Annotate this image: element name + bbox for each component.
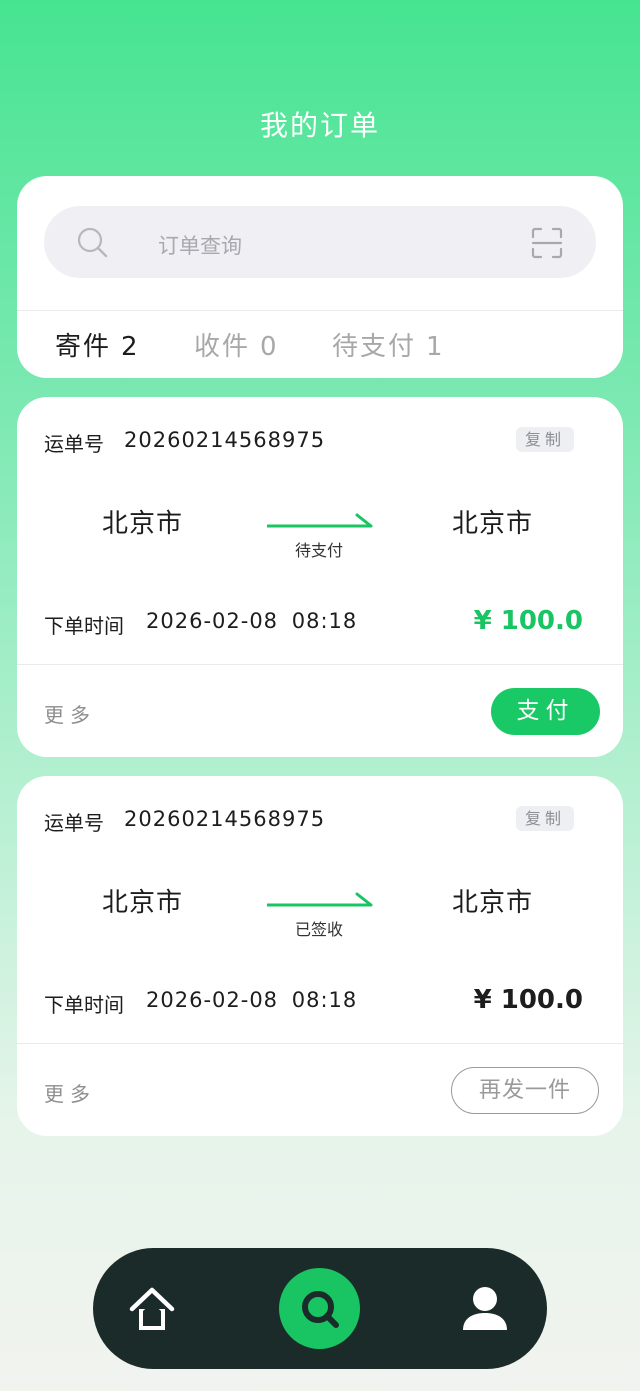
order-status: 已签收 <box>294 920 343 939</box>
order-time-value: 2026-02-08 08:18 <box>146 988 358 1012</box>
order-time-label: 下单时间 <box>44 993 124 1017</box>
tab-pending-payment-label: 待支付 <box>332 332 417 362</box>
more-link[interactable]: 更多 <box>44 699 96 728</box>
nav-search-button[interactable] <box>279 1268 360 1349</box>
tabs-divider <box>17 310 623 311</box>
order-price: ¥ 100.0 <box>473 985 583 1015</box>
copy-button[interactable]: 复制 <box>516 427 574 452</box>
tab-receive-label: 收件 <box>194 332 251 362</box>
card-divider <box>17 1043 623 1044</box>
bottom-nav <box>93 1248 547 1369</box>
route-arrow-icon <box>267 892 373 907</box>
more-link[interactable]: 更多 <box>44 1078 96 1107</box>
tab-receive-count: 0 <box>260 332 279 362</box>
tab-pending-payment-count: 1 <box>426 332 445 362</box>
order-time-value: 2026-02-08 08:18 <box>146 609 358 633</box>
card-divider <box>17 664 623 665</box>
waybill-number: 20260214568975 <box>124 428 326 452</box>
search-input[interactable]: 订单查询 <box>44 206 596 278</box>
destination-city: 北京市 <box>452 509 534 539</box>
waybill-label: 运单号 <box>44 432 104 456</box>
search-card: 订单查询 寄件 2 收件 0 待支付 1 <box>17 176 623 378</box>
order-card[interactable]: 运单号 20260214568975 复制 北京市 已签收 北京市 下单时间 2… <box>17 776 623 1136</box>
page-title: 我的订单 <box>259 109 380 142</box>
scan-icon[interactable] <box>530 226 564 260</box>
order-status: 待支付 <box>294 541 343 560</box>
tab-send-count: 2 <box>121 332 140 362</box>
tab-send[interactable]: 寄件 2 <box>55 326 140 363</box>
resend-button[interactable]: 再发一件 <box>451 1067 599 1114</box>
waybill-label: 运单号 <box>44 811 104 835</box>
route-arrow-icon <box>267 513 373 528</box>
home-icon[interactable] <box>129 1287 175 1333</box>
user-icon[interactable] <box>461 1286 509 1332</box>
tab-pending-payment[interactable]: 待支付 1 <box>332 326 445 363</box>
search-placeholder: 订单查询 <box>158 234 242 258</box>
tab-send-label: 寄件 <box>55 332 112 362</box>
order-price: ¥ 100.0 <box>473 606 583 636</box>
tab-receive[interactable]: 收件 0 <box>194 326 279 363</box>
order-time-label: 下单时间 <box>44 614 124 638</box>
search-icon <box>77 227 108 258</box>
destination-city: 北京市 <box>452 888 534 918</box>
waybill-number: 20260214568975 <box>124 807 326 831</box>
search-icon <box>302 1291 339 1328</box>
copy-button[interactable]: 复制 <box>516 806 574 831</box>
pay-button[interactable]: 支付 <box>491 688 600 735</box>
origin-city: 北京市 <box>102 888 184 918</box>
origin-city: 北京市 <box>102 509 184 539</box>
order-card[interactable]: 运单号 20260214568975 复制 北京市 待支付 北京市 下单时间 2… <box>17 397 623 757</box>
